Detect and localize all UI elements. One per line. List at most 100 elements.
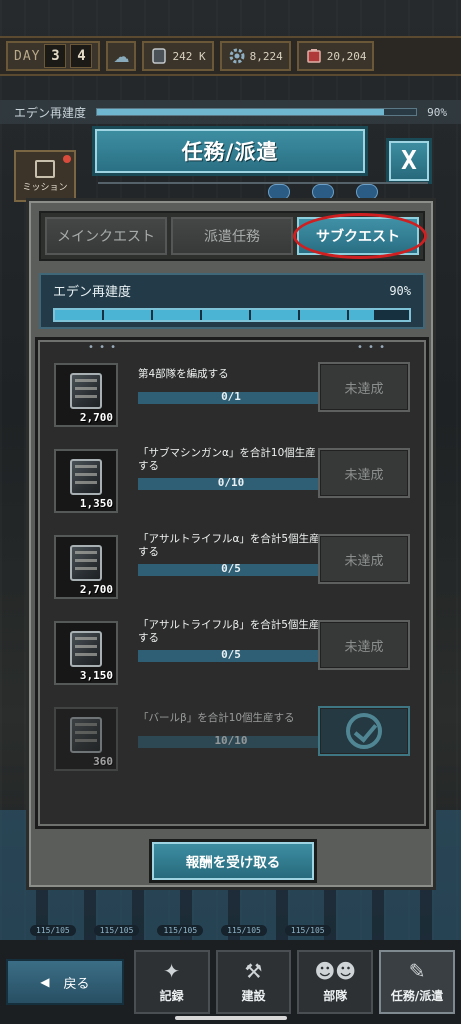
resource-value: 20,204 xyxy=(326,49,367,63)
home-indicator xyxy=(175,1016,287,1020)
day-digit: 3 xyxy=(44,44,67,68)
reward-icon: 360 xyxy=(54,707,118,771)
progress-bar xyxy=(53,308,411,322)
nav-build[interactable]: ⚒ 建設 xyxy=(215,950,292,1014)
reward-amount: 1,350 xyxy=(79,497,113,510)
resource-energy: 20,204 xyxy=(296,41,375,71)
weather-icon[interactable]: ☁ xyxy=(106,41,137,71)
quest-title: 「バールβ」を合計10個生産する xyxy=(138,711,295,724)
day-digit: 4 xyxy=(70,44,93,68)
resource-metal: 242 K xyxy=(142,41,214,71)
hammer-icon: ⚒ xyxy=(244,958,263,983)
quest-progress: 0/1 xyxy=(221,390,241,403)
nav-label: 部隊 xyxy=(323,988,348,1003)
mission-scroll-icon: ✎ xyxy=(408,958,426,983)
squad-people-icon: ☻☻ xyxy=(314,958,357,983)
back-arrow-icon: ◀ xyxy=(40,975,50,989)
nav-label: 建設 xyxy=(241,988,266,1003)
quest-progress-bar: 0/5 xyxy=(138,562,324,576)
eden-progress-background: エデン再建度 90% xyxy=(0,100,461,124)
nav-missions[interactable]: ✎ 任務/派遣 xyxy=(379,950,456,1014)
factory-stat: 115/105 xyxy=(157,924,204,936)
resource-topbar: DAY 3 4 ☁ 242 K 8,224 20,204 xyxy=(0,36,461,76)
close-icon: X xyxy=(401,146,417,176)
quest-item: 2,700 「アサルトライフルα」を合計5個生産する 0/5 未達成 xyxy=(48,524,416,610)
quest-claimed-button[interactable] xyxy=(318,706,410,756)
reward-icon: 2,700 xyxy=(54,535,118,599)
quest-progress-bar: 0/5 xyxy=(138,648,324,662)
dialog-title-plate: 任務/派遣 xyxy=(92,126,368,176)
quest-title: 「サブマシンガンα」を合計10個生産する xyxy=(138,447,316,472)
factory-stats-row: 115/105 115/105 115/105 115/105 115/105 xyxy=(0,920,461,940)
metal-cube-icon xyxy=(152,48,167,64)
compass-star-icon: ✦ xyxy=(163,958,181,983)
factory-stat: 115/105 xyxy=(284,924,331,936)
nav-squad[interactable]: ☻☻ 部隊 xyxy=(297,950,374,1014)
factory-stat: 115/105 xyxy=(30,924,76,936)
reward-icon: 2,700 xyxy=(54,363,118,427)
quest-item-completed: 360 「バールβ」を合計10個生産する 10/10 xyxy=(48,696,416,782)
metal-cube-icon xyxy=(70,631,102,667)
quest-list[interactable]: • • • • • • 2,700 第4部隊を編成する 0/1 未達成 1,35… xyxy=(35,337,429,829)
metal-cube-icon xyxy=(70,373,102,409)
quest-title: 「アサルトライフルα」を合計5個生産する xyxy=(138,533,320,558)
quest-status-button[interactable]: 未達成 xyxy=(318,534,410,584)
quest-tabs: メインクエスト 派遣任務 サブクエスト xyxy=(39,211,427,261)
quest-status-button[interactable]: 未達成 xyxy=(318,362,410,412)
eden-bar xyxy=(96,108,418,116)
bottom-nav: ◀ 戻る ✦ 記録 ⚒ 建設 ☻☻ 部隊 ✎ 任務/派遣 xyxy=(0,940,461,1024)
reward-amount: 3,150 xyxy=(79,669,113,682)
nav-records[interactable]: ✦ 記録 xyxy=(133,950,210,1014)
eden-progress: エデン再建度 90% xyxy=(39,273,425,329)
factory-stat: 115/105 xyxy=(221,924,267,936)
quest-item: 2,700 第4部隊を編成する 0/1 未達成 xyxy=(48,352,416,438)
mission-icon xyxy=(35,159,55,178)
quest-progress: 10/10 xyxy=(214,734,248,747)
tab-sub-quest[interactable]: サブクエスト xyxy=(293,213,427,259)
reward-icon: 3,150 xyxy=(54,621,118,685)
day-label: DAY xyxy=(14,48,41,64)
reward-amount: 360 xyxy=(93,755,113,768)
quest-progress: 0/5 xyxy=(221,562,241,575)
quest-item-partial xyxy=(48,782,416,822)
quest-panel: メインクエスト 派遣任務 サブクエスト エデン再建度 90% • • • • •… xyxy=(26,198,436,890)
metal-cube-icon xyxy=(70,545,102,581)
tab-dispatch[interactable]: 派遣任務 xyxy=(171,217,293,255)
quest-item: 1,350 「サブマシンガンα」を合計10個生産する 0/10 未達成 xyxy=(48,438,416,524)
metal-cube-icon xyxy=(70,459,102,495)
close-button[interactable]: X xyxy=(386,138,432,184)
nav-label: 任務/派遣 xyxy=(390,988,444,1003)
quest-progress: 0/5 xyxy=(221,648,241,661)
quest-progress-bar: 0/10 xyxy=(138,476,324,490)
progress-pct: 90% xyxy=(389,283,411,298)
quest-progress: 0/10 xyxy=(217,476,245,489)
dialog-title: 任務/派遣 xyxy=(181,140,279,164)
quest-title: 「アサルトライフルβ」を合計5個生産する xyxy=(138,619,320,644)
eden-label: エデン再建度 xyxy=(14,105,87,120)
factory-stat: 115/105 xyxy=(93,924,140,936)
quest-status-button[interactable]: 未達成 xyxy=(318,620,410,670)
tab-main-quest[interactable]: メインクエスト xyxy=(45,217,167,255)
reward-amount: 2,700 xyxy=(79,411,113,424)
check-icon xyxy=(346,713,382,749)
mission-side-button[interactable]: ミッション xyxy=(14,150,76,202)
quest-progress-bar: 0/1 xyxy=(138,390,324,404)
reward-icon: 1,350 xyxy=(54,449,118,513)
resource-value: 8,224 xyxy=(249,49,283,63)
quest-status-button[interactable]: 未達成 xyxy=(318,448,410,498)
nav-label: 記録 xyxy=(159,988,184,1003)
mission-label: ミッション xyxy=(22,182,68,193)
quest-item: 3,150 「アサルトライフルβ」を合計5個生産する 0/5 未達成 xyxy=(48,610,416,696)
energy-battery-icon xyxy=(306,49,321,63)
resource-parts: 8,224 xyxy=(219,41,291,71)
quest-title: 第4部隊を編成する xyxy=(138,367,229,380)
eden-pct: 90% xyxy=(427,105,447,119)
back-button[interactable]: ◀ 戻る xyxy=(6,959,124,1005)
progress-label: エデン再建度 xyxy=(53,285,132,300)
reward-amount: 2,700 xyxy=(79,583,113,596)
metal-cube-icon xyxy=(70,717,102,753)
resource-value: 242 K xyxy=(172,49,206,63)
quest-progress-bar: 10/10 xyxy=(138,734,324,748)
claim-rewards-button[interactable]: 報酬を受け取る xyxy=(149,839,317,883)
day-counter: DAY 3 4 xyxy=(6,41,101,71)
